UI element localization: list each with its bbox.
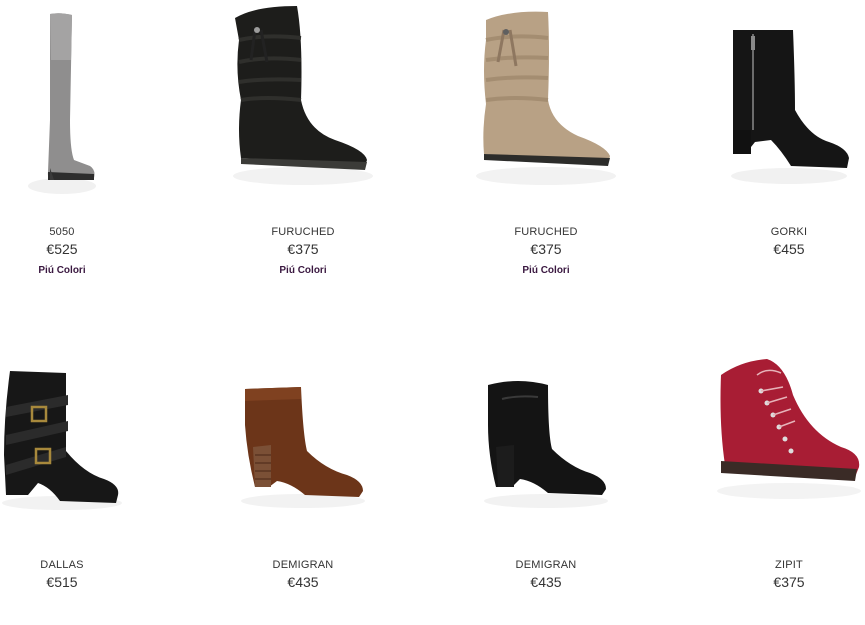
product-card[interactable]: FURUCHED €375 Piú Colori xyxy=(195,0,411,290)
product-card[interactable]: 5050 €525 Piú Colori xyxy=(0,0,170,290)
product-image-demigran-brown[interactable] xyxy=(195,335,411,545)
more-colors-link[interactable]: Piú Colori xyxy=(0,265,170,276)
more-colors-link[interactable]: Piú Colori xyxy=(438,265,654,276)
product-image-furuched-black[interactable] xyxy=(195,0,411,210)
product-price: €435 xyxy=(530,574,562,590)
product-image-5050[interactable] xyxy=(0,0,170,210)
product-price: €375 xyxy=(773,574,805,590)
product-name[interactable]: DALLAS xyxy=(0,559,170,571)
product-name[interactable]: FURUCHED xyxy=(438,226,654,238)
product-card[interactable]: GORKI €455 xyxy=(681,0,865,290)
product-name[interactable]: GORKI xyxy=(681,226,865,238)
product-card[interactable]: DEMIGRAN €435 xyxy=(195,335,411,625)
boot-gorki-image xyxy=(731,30,849,184)
product-grid: 5050 €525 Piú Colori FURUCHED €375 Piú C… xyxy=(0,0,865,590)
product-price: €375 xyxy=(530,241,562,257)
product-image-furuched-taupe[interactable] xyxy=(438,0,654,210)
product-price: €435 xyxy=(287,574,319,590)
bootie-demigran-brown-image xyxy=(241,387,365,508)
product-name[interactable]: 5050 xyxy=(0,226,170,238)
product-image-demigran-black[interactable] xyxy=(438,335,654,545)
boot-5050-image xyxy=(28,13,96,194)
boot-furuched-taupe-image xyxy=(476,11,616,185)
product-image-zipit[interactable] xyxy=(681,335,865,545)
product-price: €515 xyxy=(46,574,78,590)
product-name[interactable]: DEMIGRAN xyxy=(438,559,654,571)
product-name[interactable]: ZIPIT xyxy=(681,559,865,571)
boot-furuched-black-image xyxy=(233,6,373,185)
product-price: €375 xyxy=(287,241,319,257)
more-colors-link[interactable]: Piú Colori xyxy=(195,265,411,276)
product-image-dallas[interactable] xyxy=(0,335,170,545)
product-card[interactable]: ZIPIT €375 xyxy=(681,335,865,625)
product-card[interactable]: DEMIGRAN €435 xyxy=(438,335,654,625)
product-card[interactable]: FURUCHED €375 Piú Colori xyxy=(438,0,654,290)
bootie-demigran-black-image xyxy=(484,381,608,508)
product-price: €525 xyxy=(46,241,78,257)
sneaker-zipit-image xyxy=(717,359,861,499)
product-image-gorki[interactable] xyxy=(681,0,865,210)
boot-dallas-image xyxy=(2,371,122,510)
product-name[interactable]: FURUCHED xyxy=(195,226,411,238)
product-name[interactable]: DEMIGRAN xyxy=(195,559,411,571)
product-card[interactable]: DALLAS €515 xyxy=(0,335,170,625)
product-price: €455 xyxy=(773,241,805,257)
